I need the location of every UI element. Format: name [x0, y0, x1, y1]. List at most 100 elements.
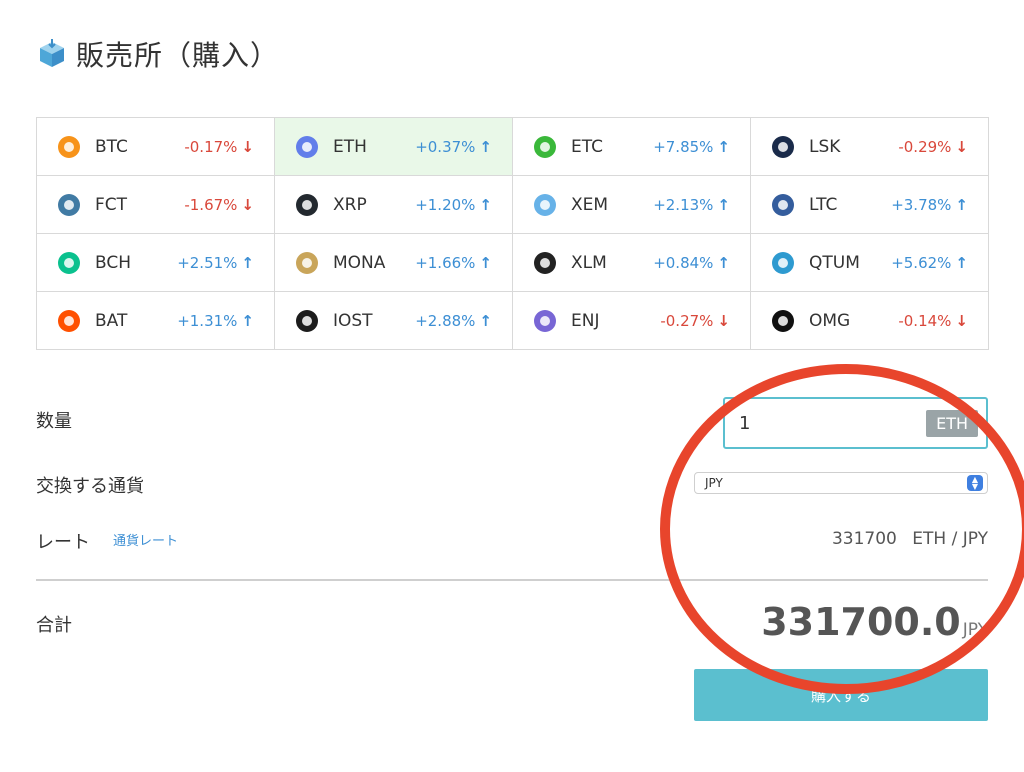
coin-change-value: +0.37%: [415, 137, 476, 156]
coin-symbol: XRP: [333, 194, 367, 215]
arrow-up-icon: ↑: [717, 253, 730, 272]
coin-change: +5.62% ↑: [891, 254, 968, 272]
arrow-down-icon: ↓: [241, 137, 254, 156]
arrow-up-icon: ↑: [479, 195, 492, 214]
coin-grid: BTC -0.17% ↓ ETH +0.37% ↑ ETC +7.85% ↑ LSK -0.29% ↓…: [36, 117, 989, 350]
coin-change-value: +1.66%: [415, 253, 476, 272]
xrp-icon: [295, 193, 319, 217]
coin-cell-bch[interactable]: BCH +2.51% ↑: [37, 234, 275, 292]
mona-icon: [295, 251, 319, 275]
coin-change: +7.85% ↑: [653, 138, 730, 156]
xlm-icon: [533, 251, 557, 275]
updown-chevron-icon: ▲ ▼: [967, 475, 983, 491]
coin-symbol: QTUM: [809, 252, 860, 273]
coin-symbol: IOST: [333, 310, 373, 331]
coin-cell-xem[interactable]: XEM +2.13% ↑: [513, 176, 751, 234]
coin-cell-qtum[interactable]: QTUM +5.62% ↑: [751, 234, 989, 292]
coin-symbol: FCT: [95, 194, 128, 215]
coin-cell-fct[interactable]: FCT -1.67% ↓: [37, 176, 275, 234]
annotation-circle: [660, 364, 1024, 694]
coin-cell-btc[interactable]: BTC -0.17% ↓: [37, 118, 275, 176]
quantity-value[interactable]: 1: [739, 413, 926, 434]
coin-change: +1.20% ↑: [415, 196, 492, 214]
rate-value: 331700 ETH / JPY: [832, 529, 988, 549]
bch-icon: [57, 251, 81, 275]
quantity-unit-badge: ETH: [926, 409, 978, 437]
coin-change: -0.29% ↓: [898, 138, 968, 156]
coin-change-value: +1.20%: [415, 195, 476, 214]
buy-button[interactable]: 購入する: [694, 669, 988, 721]
coin-change: -0.14% ↓: [898, 312, 968, 330]
btc-icon: [57, 135, 81, 159]
coin-cell-omg[interactable]: OMG -0.14% ↓: [751, 292, 989, 350]
exchange-currency-select[interactable]: JPY ▲ ▼: [694, 472, 988, 494]
coin-symbol: XLM: [571, 252, 607, 273]
currency-rate-link[interactable]: 通貨レート: [113, 530, 178, 549]
coin-cell-xrp[interactable]: XRP +1.20% ↑: [275, 176, 513, 234]
arrow-down-icon: ↓: [717, 311, 730, 330]
coin-cell-iost[interactable]: IOST +2.88% ↑: [275, 292, 513, 350]
coin-cell-bat[interactable]: BAT +1.31% ↑: [37, 292, 275, 350]
coin-cell-ltc[interactable]: LTC +3.78% ↑: [751, 176, 989, 234]
ltc-icon: [771, 193, 795, 217]
coin-change-value: -0.27%: [660, 311, 714, 330]
coin-symbol: BAT: [95, 310, 128, 331]
fct-icon: [57, 193, 81, 217]
coin-symbol: ETC: [571, 136, 603, 157]
coin-symbol: MONA: [333, 252, 386, 273]
total-currency: JPY: [962, 620, 988, 640]
page-title: 販売所（購入）: [76, 39, 280, 72]
coin-change: +2.88% ↑: [415, 312, 492, 330]
coin-change: +0.37% ↑: [415, 138, 492, 156]
omg-icon: [771, 309, 795, 333]
coin-symbol: BCH: [95, 252, 132, 273]
coin-change-value: +1.31%: [177, 311, 238, 330]
coin-change: +2.51% ↑: [177, 254, 254, 272]
arrow-down-icon: ↓: [955, 311, 968, 330]
coin-symbol: BTC: [95, 136, 128, 157]
coin-change-value: +2.51%: [177, 253, 238, 272]
coin-change-value: -0.14%: [898, 311, 952, 330]
total-value: 331700.0: [761, 600, 961, 644]
qtum-icon: [771, 251, 795, 275]
coin-change: -1.67% ↓: [184, 196, 254, 214]
coin-symbol: ENJ: [571, 310, 600, 331]
coin-change-value: +2.13%: [653, 195, 714, 214]
xem-icon: [533, 193, 557, 217]
coin-cell-xlm[interactable]: XLM +0.84% ↑: [513, 234, 751, 292]
exchange-currency-value: JPY: [705, 476, 723, 490]
total-amount: 331700.0 JPY: [761, 600, 988, 644]
arrow-up-icon: ↑: [717, 195, 730, 214]
arrow-down-icon: ↓: [241, 195, 254, 214]
quantity-label: 数量: [36, 411, 72, 432]
arrow-up-icon: ↑: [717, 137, 730, 156]
coin-cell-eth[interactable]: ETH +0.37% ↑: [275, 118, 513, 176]
coin-symbol: ETH: [333, 136, 367, 157]
coin-change: +0.84% ↑: [653, 254, 730, 272]
eth-icon: [295, 135, 319, 159]
coin-change-value: +3.78%: [891, 195, 952, 214]
coin-change: +2.13% ↑: [653, 196, 730, 214]
coin-change-value: +7.85%: [653, 137, 714, 156]
page-header: 販売所（購入）: [36, 34, 279, 74]
arrow-up-icon: ↑: [479, 253, 492, 272]
coin-change-value: -0.29%: [898, 137, 952, 156]
coin-change-value: -0.17%: [184, 137, 238, 156]
coin-symbol: OMG: [809, 310, 851, 331]
rate-label: レート: [36, 532, 90, 553]
quantity-input[interactable]: 1 ETH: [723, 397, 988, 449]
etc-icon: [533, 135, 557, 159]
arrow-up-icon: ↑: [241, 311, 254, 330]
arrow-up-icon: ↑: [241, 253, 254, 272]
coin-change-value: +5.62%: [891, 253, 952, 272]
coin-change: -0.27% ↓: [660, 312, 730, 330]
coin-cell-lsk[interactable]: LSK -0.29% ↓: [751, 118, 989, 176]
coin-cell-enj[interactable]: ENJ -0.27% ↓: [513, 292, 751, 350]
coin-symbol: LTC: [809, 194, 838, 215]
total-label: 合計: [36, 615, 72, 636]
coin-cell-etc[interactable]: ETC +7.85% ↑: [513, 118, 751, 176]
coin-change-value: +2.88%: [415, 311, 476, 330]
coin-change-value: +0.84%: [653, 253, 714, 272]
coin-cell-mona[interactable]: MONA +1.66% ↑: [275, 234, 513, 292]
arrow-up-icon: ↑: [955, 195, 968, 214]
